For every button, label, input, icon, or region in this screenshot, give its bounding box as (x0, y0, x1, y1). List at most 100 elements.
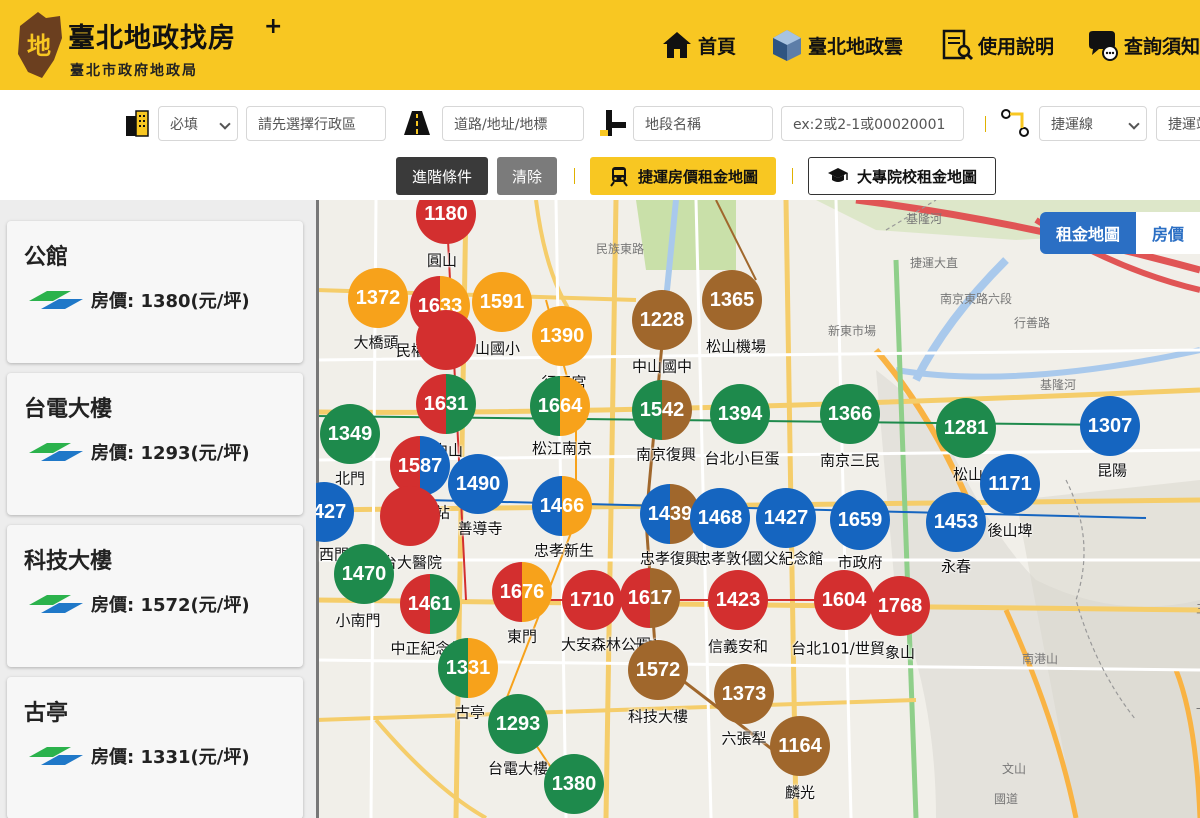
price-marker-value: 1591 (479, 291, 525, 313)
price-marker[interactable]: 1631 (416, 374, 476, 434)
price-marker[interactable]: 1380 (544, 754, 604, 814)
price-marker[interactable]: 1659 (830, 490, 890, 550)
price-marker[interactable]: 1372 (348, 268, 408, 328)
price-marker[interactable]: 1281 (936, 398, 996, 458)
map-street-label: 文山 (1002, 762, 1027, 776)
price-marker[interactable]: 1293 (488, 694, 548, 754)
price-marker[interactable]: 1307 (1080, 396, 1140, 456)
price-marker[interactable]: 1490 (448, 454, 508, 514)
road-address-input[interactable]: 道路/地址/地標 (442, 106, 584, 141)
rent-map-tab[interactable]: 租金地圖 (1039, 212, 1136, 254)
app-subtitle: 臺北市政府地政局 (70, 63, 198, 79)
map-street-label: 基隆河 (1040, 378, 1077, 392)
price-marker[interactable]: 1427 (316, 482, 354, 542)
price-marker[interactable]: 1164 (770, 716, 830, 776)
price-marker[interactable]: 1664 (530, 376, 590, 436)
price-marker[interactable]: 1617 (620, 568, 680, 628)
map-street-label: 南港山 (1022, 652, 1059, 666)
station-card[interactable]: 台電大樓 房價: 1293(元/坪) (7, 373, 303, 515)
price-marker[interactable]: 1461 (400, 574, 460, 634)
land-section-input[interactable]: 地段名稱 (633, 106, 773, 141)
mrt-price-map-button[interactable]: 捷運房價租金地圖 (590, 157, 776, 195)
price-marker-value: 1293 (495, 713, 541, 735)
price-marker[interactable]: 1604 (814, 570, 874, 630)
price-marker[interactable]: 1180 (416, 200, 476, 244)
price-marker-value: 1427 (763, 507, 809, 529)
nav-notice[interactable]: 查詢須知 (1086, 26, 1200, 64)
price-marker[interactable]: 1373 (714, 664, 774, 724)
price-marker[interactable]: 1331 (438, 638, 498, 698)
price-marker-value: 1423 (715, 589, 761, 611)
nav-instructions[interactable]: 使用說明 (940, 26, 1054, 64)
mrt-price-map-label: 捷運房價租金地圖 (637, 167, 758, 186)
price-marker-value: 1390 (539, 325, 585, 347)
price-marker[interactable]: 1453 (926, 492, 986, 552)
price-marker-value: 1427 (316, 501, 347, 523)
price-marker-value: 1372 (355, 287, 401, 309)
map-street-label: 國道 (994, 792, 1019, 806)
graduation-cap-icon (827, 168, 848, 182)
price-marker-value (416, 310, 476, 370)
station-list-sidebar: 公館 房價: 1380(元/坪) 台電大樓 房價: 1293(元/坪) 科技大樓… (0, 200, 316, 818)
price-marker-value: 1490 (455, 473, 501, 495)
price-marker[interactable]: 1394 (710, 384, 770, 444)
price-marker[interactable]: 1349 (320, 404, 380, 464)
map-view[interactable]: 租金地圖 房價 民族東路 新東市場 基隆河 捷運大直 南京東路六段 行善路 基隆河 南港山 文山… (316, 200, 1200, 818)
price-marker[interactable]: 1171 (980, 454, 1040, 514)
price-marker-value: 1366 (827, 403, 873, 425)
price-marker[interactable]: 1542 (632, 380, 692, 440)
price-marker-value: 1349 (327, 423, 373, 445)
price-marker[interactable]: 1366 (820, 384, 880, 444)
price-marker-value: 1380 (551, 773, 597, 795)
price-marker-value: 1331 (445, 657, 491, 679)
svg-text:地: 地 (27, 31, 51, 60)
price-marker[interactable]: 1228 (632, 290, 692, 350)
app-title[interactable]: 臺北地政找房 (68, 16, 236, 55)
nav-instructions-label: 使用說明 (978, 35, 1055, 58)
map-street-label: 基隆河 (906, 212, 943, 226)
price-map-tab[interactable]: 房價 (1135, 212, 1200, 254)
station-card[interactable]: 古亭 房價: 1331(元/坪) (7, 677, 303, 818)
price-marker-value (380, 486, 440, 546)
campus-rent-map-button[interactable]: 大專院校租金地圖 (808, 157, 996, 195)
station-card[interactable]: 科技大樓 房價: 1572(元/坪) (7, 525, 303, 667)
mrt-line-select[interactable]: 捷運線 (1039, 106, 1147, 141)
price-marker-value: 1470 (341, 563, 387, 585)
district-select[interactable]: 必填 (158, 106, 238, 141)
price-marker-value: 1604 (821, 589, 867, 611)
building-icon (126, 110, 149, 137)
price-marker[interactable]: 1390 (532, 306, 592, 366)
price-marker-value: 1281 (943, 417, 989, 439)
station-name: 古亭 (24, 701, 69, 726)
price-marker[interactable]: 1470 (334, 544, 394, 604)
price-marker[interactable]: 1468 (690, 488, 750, 548)
price-marker-value: 1466 (539, 495, 585, 517)
search-bar: 必填 請先選擇行政區 道路/地址/地標 地段名稱 ex:2或2-1或000200… (0, 90, 1200, 200)
price-marker[interactable] (416, 310, 476, 370)
district-input[interactable]: 請先選擇行政區 (246, 106, 386, 141)
mrt-station-input[interactable]: 捷運站 (1156, 106, 1200, 141)
map-street-label: 民族東路 (596, 242, 645, 256)
clear-button[interactable]: 清除 (497, 157, 557, 195)
price-marker[interactable]: 1768 (870, 576, 930, 636)
divider (792, 168, 793, 184)
price-marker[interactable]: 1427 (756, 488, 816, 548)
price-marker[interactable]: 1591 (472, 272, 532, 332)
price-marker[interactable]: 1365 (702, 270, 762, 330)
nav-land-cloud[interactable]: 臺北地政雲 (770, 26, 903, 64)
divider (985, 116, 986, 132)
station-price: 房價: 1572(元/坪) (91, 595, 250, 616)
land-number-input[interactable]: ex:2或2-1或00020001 (781, 106, 964, 141)
price-marker[interactable]: 1572 (628, 640, 688, 700)
advanced-conditions-button[interactable]: 進階條件 (396, 157, 488, 195)
price-marker[interactable]: 1466 (532, 476, 592, 536)
price-marker-value: 1768 (877, 595, 923, 617)
app-title-plus: + (264, 14, 283, 39)
nav-home[interactable]: 首頁 (660, 26, 736, 64)
map-street-label: 一段 (1196, 700, 1200, 717)
price-marker[interactable]: 1423 (708, 570, 768, 630)
price-marker[interactable]: 1676 (492, 562, 552, 622)
price-marker[interactable] (380, 486, 440, 546)
station-card[interactable]: 公館 房價: 1380(元/坪) (7, 221, 303, 363)
price-marker[interactable]: 1710 (562, 570, 622, 630)
